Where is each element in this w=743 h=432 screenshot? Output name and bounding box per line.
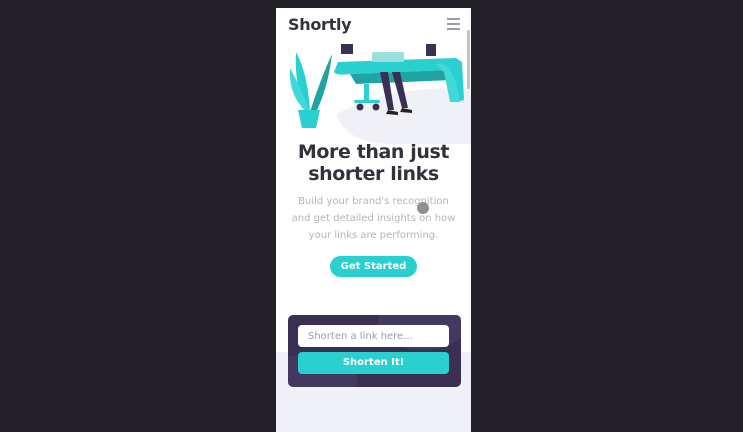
hero-subtitle: Build your brand's recognition and get d… xyxy=(291,196,456,241)
shorten-form: Shorten It! xyxy=(288,315,461,387)
hero-title: More than just shorter links xyxy=(297,141,450,185)
person-working-at-desk-illustration xyxy=(289,44,471,144)
touch-pointer-indicator xyxy=(417,202,429,214)
hamburger-menu-icon[interactable] xyxy=(447,18,460,30)
site-header: Shortly xyxy=(276,8,471,44)
shorten-link-input[interactable] xyxy=(298,325,449,347)
get-started-button[interactable]: Get Started xyxy=(330,256,417,277)
shorten-it-button[interactable]: Shorten It! xyxy=(298,352,449,374)
mobile-viewport: Shortly More than just shorter links Bui… xyxy=(276,8,471,432)
logo[interactable]: Shortly xyxy=(288,15,352,34)
